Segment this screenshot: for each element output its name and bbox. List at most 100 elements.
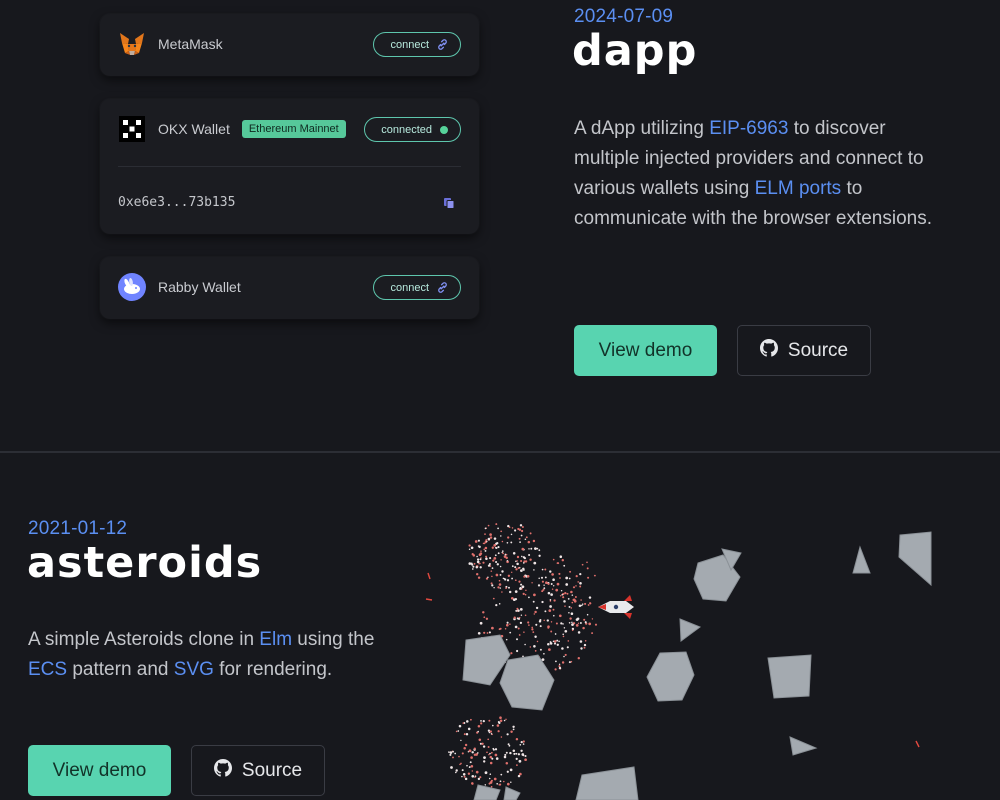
- particle: [521, 529, 524, 533]
- particle: [509, 751, 512, 755]
- particle: [537, 584, 541, 587]
- particle: [452, 750, 455, 753]
- particle: [508, 590, 512, 594]
- particle: [562, 596, 565, 599]
- particle: [485, 539, 488, 542]
- ecs-link[interactable]: ECS: [28, 659, 67, 680]
- particle: [485, 557, 488, 560]
- particle: [495, 757, 499, 760]
- particle: [589, 602, 592, 605]
- particle: [569, 617, 572, 620]
- particle: [493, 537, 497, 540]
- particle: [500, 535, 502, 537]
- connect-button[interactable]: connect: [373, 32, 461, 57]
- particle: [503, 577, 506, 580]
- particle: [505, 762, 509, 765]
- particle: [547, 591, 551, 595]
- particle: [512, 552, 516, 555]
- particle: [550, 621, 553, 623]
- particle: [489, 773, 492, 775]
- particle: [479, 621, 483, 625]
- particle: [514, 625, 518, 629]
- particle: [520, 740, 523, 744]
- particle: [562, 623, 564, 625]
- particle: [483, 756, 486, 759]
- asteroids-game-preview[interactable]: [418, 515, 934, 800]
- particle: [462, 722, 465, 724]
- particle: [488, 777, 491, 780]
- elm-link[interactable]: Elm: [259, 629, 292, 650]
- particle: [587, 576, 590, 579]
- particle: [547, 643, 550, 646]
- particle: [560, 622, 563, 625]
- elm-ports-link[interactable]: ELM ports: [755, 178, 842, 199]
- particle: [571, 629, 574, 632]
- particle: [463, 733, 466, 736]
- particle: [471, 770, 474, 772]
- particle: [475, 572, 479, 576]
- source-button[interactable]: Source: [191, 745, 325, 796]
- particle: [534, 610, 537, 614]
- wallet-card-metamask: MetaMask connect: [100, 14, 479, 76]
- view-demo-button[interactable]: View demo: [574, 325, 717, 376]
- particle: [505, 718, 507, 721]
- particle: [483, 760, 486, 763]
- particle: [489, 761, 493, 765]
- metamask-fox-icon: [118, 30, 146, 58]
- copy-icon[interactable]: [443, 196, 455, 214]
- particle: [499, 783, 502, 786]
- particle: [563, 655, 565, 658]
- particle: [505, 638, 508, 641]
- particle: [507, 536, 510, 539]
- particle: [449, 751, 453, 754]
- particle: [510, 730, 513, 734]
- particle: [579, 640, 583, 643]
- particle: [593, 574, 596, 577]
- particle: [487, 537, 491, 541]
- project-title: asteroids: [27, 538, 263, 588]
- asteroid: [767, 654, 812, 699]
- view-demo-button[interactable]: View demo: [28, 745, 171, 796]
- particle: [577, 631, 581, 634]
- particle: [551, 573, 554, 576]
- particle: [533, 561, 537, 565]
- particle: [514, 529, 517, 532]
- connect-button-label: connect: [390, 281, 429, 294]
- particle: [565, 583, 569, 586]
- particle: [452, 756, 454, 759]
- particle: [571, 594, 574, 596]
- particle: [571, 623, 574, 626]
- connected-button[interactable]: connected: [364, 117, 461, 142]
- svg-link[interactable]: SVG: [174, 659, 214, 680]
- particle: [552, 558, 555, 561]
- particle: [468, 548, 471, 550]
- particle: [520, 583, 523, 586]
- particle: [521, 585, 525, 589]
- particle: [493, 557, 497, 560]
- particle: [524, 614, 527, 617]
- particle: [516, 555, 520, 559]
- particle: [562, 633, 564, 636]
- source-button[interactable]: Source: [737, 325, 871, 376]
- eip-6963-link[interactable]: EIP-6963: [709, 118, 788, 139]
- particle: [523, 575, 526, 578]
- particle: [501, 570, 504, 573]
- particle: [523, 560, 526, 563]
- particle: [552, 608, 555, 611]
- particle: [490, 733, 493, 735]
- particle: [550, 593, 553, 596]
- particle: [480, 722, 483, 725]
- particle: [477, 576, 481, 579]
- particle: [476, 555, 478, 558]
- particle: [558, 663, 561, 666]
- section-divider: [0, 451, 1000, 453]
- particle: [553, 640, 557, 643]
- particle: [554, 668, 557, 671]
- particle: [531, 626, 534, 629]
- particle: [543, 652, 545, 655]
- particle: [524, 593, 527, 596]
- connect-button[interactable]: connect: [373, 275, 461, 300]
- particle: [463, 775, 466, 778]
- particle: [524, 758, 527, 762]
- particle: [489, 557, 492, 560]
